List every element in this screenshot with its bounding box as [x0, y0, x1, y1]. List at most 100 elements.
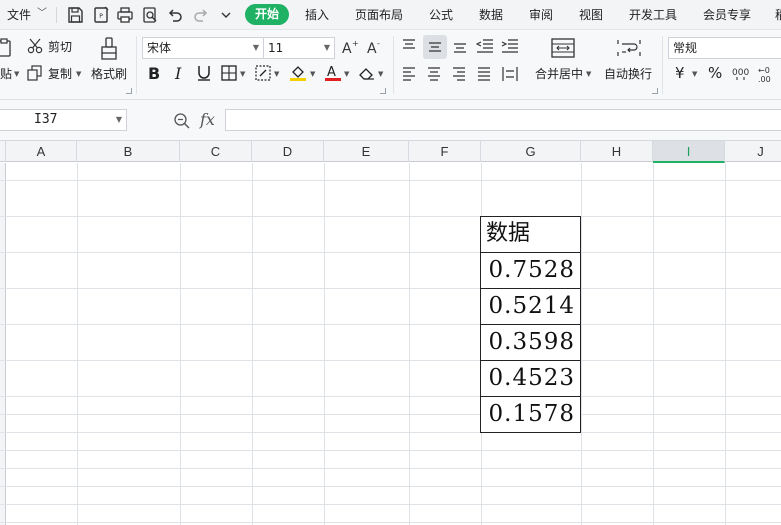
number-format-select[interactable]: 常规	[668, 37, 781, 59]
align-right-icon[interactable]	[451, 66, 467, 82]
borders-icon[interactable]	[221, 65, 237, 81]
tab-home[interactable]: 开始	[245, 4, 289, 25]
distributed-align-icon[interactable]	[501, 66, 519, 82]
align-bottom-icon[interactable]	[452, 38, 468, 54]
copy-icon[interactable]	[27, 65, 43, 81]
copy-dropdown-icon[interactable]: ▼	[76, 70, 81, 78]
align-center-icon[interactable]	[426, 66, 442, 82]
cell-style-icon[interactable]	[255, 65, 271, 81]
print-preview-icon[interactable]	[140, 5, 160, 25]
column-header[interactable]: D	[252, 141, 324, 162]
insert-function-icon[interactable]: fx	[200, 110, 215, 129]
clear-format-icon[interactable]	[358, 65, 376, 81]
clear-format-dropdown-icon[interactable]: ▼	[378, 70, 383, 78]
data-cell[interactable]: 0.1578	[480, 396, 581, 433]
format-painter-label[interactable]: 格式刷	[91, 67, 127, 81]
file-menu-chevron-icon[interactable]: ﹀	[37, 6, 47, 22]
name-box[interactable]: I37 ▼	[0, 109, 127, 131]
column-header[interactable]: E	[324, 141, 409, 162]
column-header-selected[interactable]: I	[653, 141, 725, 163]
italic-icon[interactable]: I	[174, 64, 186, 82]
increase-font-size-icon[interactable]: A +	[341, 38, 359, 56]
file-menu[interactable]: 文件	[7, 7, 31, 23]
decrease-font-size-icon[interactable]: A-	[366, 38, 384, 56]
tab-insert[interactable]: 插入	[305, 7, 329, 23]
tab-data[interactable]: 数据	[479, 7, 503, 23]
font-color-dropdown-icon[interactable]: ▼	[344, 70, 349, 78]
svg-text:B: B	[148, 64, 160, 82]
alignment-group-launcher[interactable]	[652, 88, 658, 94]
tab-more[interactable]: 稻	[775, 7, 781, 23]
formula-bar: I37 ▼ fx	[0, 100, 781, 141]
column-header[interactable]: C	[180, 141, 252, 162]
column-header[interactable]: J	[725, 141, 781, 162]
align-top-icon[interactable]	[401, 38, 417, 54]
currency-dropdown-icon[interactable]: ▼	[692, 70, 697, 78]
tab-view[interactable]: 视图	[579, 7, 603, 23]
font-group-launcher[interactable]	[380, 88, 386, 94]
wrap-text-icon[interactable]	[617, 38, 641, 58]
clipboard-group-launcher[interactable]	[126, 88, 132, 94]
merge-center-label[interactable]: 合并居中	[535, 67, 583, 81]
grid-line	[180, 163, 181, 525]
data-cell[interactable]: 0.4523	[480, 360, 581, 397]
redo-icon[interactable]	[191, 5, 211, 25]
tab-page-layout[interactable]: 页面布局	[355, 7, 403, 23]
grid-line	[0, 360, 781, 361]
increase-indent-icon[interactable]	[501, 38, 519, 54]
column-header[interactable]: F	[409, 141, 481, 162]
data-header-cell[interactable]: 数据	[480, 216, 581, 253]
column-header[interactable]: H	[581, 141, 653, 162]
number-format-value: 常规	[673, 41, 698, 55]
paste-label[interactable]: 贴	[0, 67, 12, 81]
formula-input[interactable]	[225, 109, 781, 131]
tab-member[interactable]: 会员专享	[703, 7, 751, 23]
borders-dropdown-icon[interactable]: ▼	[240, 70, 245, 78]
font-size-select[interactable]: 11 ▼	[263, 37, 335, 59]
svg-text:+: +	[352, 39, 359, 48]
underline-icon[interactable]	[196, 64, 212, 82]
decrease-indent-icon[interactable]	[476, 38, 494, 54]
paste-icon[interactable]	[0, 38, 12, 58]
font-name-select[interactable]: 宋体 ▼	[142, 37, 264, 59]
bold-icon[interactable]: B	[147, 64, 161, 82]
export-pdf-icon[interactable]: P	[91, 5, 111, 25]
percent-format-icon[interactable]: %	[708, 66, 722, 81]
tab-developer[interactable]: 开发工具	[629, 7, 677, 23]
column-header[interactable]: G	[481, 141, 581, 162]
row-headers[interactable]	[0, 163, 6, 525]
tab-review[interactable]: 审阅	[529, 7, 553, 23]
data-cell[interactable]: 0.7528	[480, 252, 581, 289]
column-header[interactable]: A	[6, 141, 77, 162]
undo-icon[interactable]	[165, 5, 185, 25]
grid-line	[0, 180, 781, 181]
font-color-icon[interactable]: A	[324, 64, 342, 82]
copy-label[interactable]: 复制	[48, 67, 72, 81]
column-header[interactable]: B	[77, 141, 180, 162]
align-left-icon[interactable]	[401, 66, 417, 82]
currency-format-icon[interactable]: ¥	[675, 66, 685, 81]
cut-label[interactable]: 剪切	[48, 40, 72, 54]
data-cell[interactable]: 0.5214	[480, 288, 581, 325]
zoom-search-icon[interactable]	[173, 112, 191, 130]
increase-decimal-icon[interactable]: ←0.00	[757, 64, 779, 84]
fill-color-dropdown-icon[interactable]: ▼	[310, 70, 315, 78]
cut-icon[interactable]	[27, 38, 45, 54]
format-painter-icon[interactable]	[99, 37, 119, 61]
worksheet-grid[interactable]: A B C D E F G H I J 数据 0.7528 0.5214 0.3…	[0, 141, 781, 525]
print-icon[interactable]	[115, 5, 135, 25]
merge-center-icon[interactable]	[551, 38, 575, 58]
fill-color-icon[interactable]	[289, 64, 307, 82]
thousands-separator-icon[interactable]: 000	[731, 66, 751, 82]
wrap-text-label[interactable]: 自动换行	[604, 67, 652, 81]
tab-formulas[interactable]: 公式	[429, 7, 453, 23]
data-cell[interactable]: 0.3598	[480, 324, 581, 361]
cell-style-dropdown-icon[interactable]: ▼	[274, 70, 279, 78]
justify-icon[interactable]	[476, 66, 492, 82]
save-icon[interactable]	[65, 5, 85, 25]
grid-line	[0, 450, 781, 451]
customize-toolbar-icon[interactable]	[216, 5, 236, 25]
merge-center-dropdown-icon[interactable]: ▼	[586, 70, 591, 78]
align-middle-icon[interactable]	[423, 35, 447, 59]
paste-dropdown-icon[interactable]: ▼	[14, 70, 19, 78]
